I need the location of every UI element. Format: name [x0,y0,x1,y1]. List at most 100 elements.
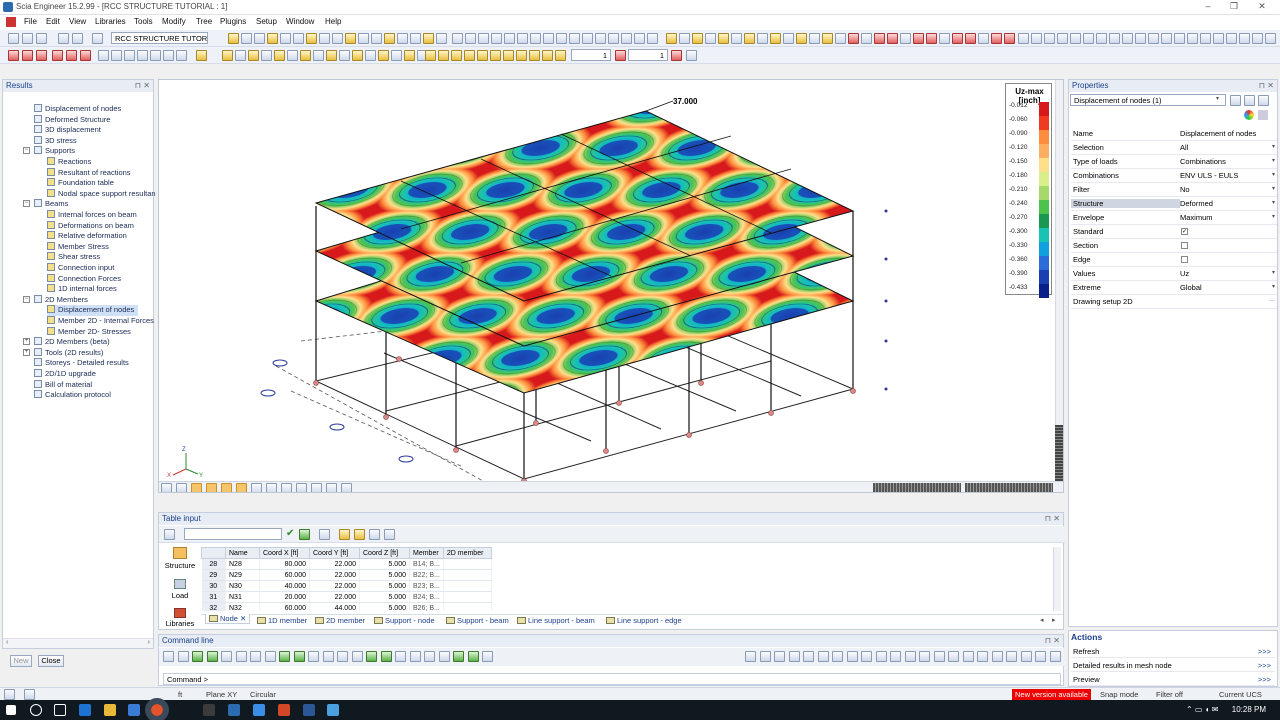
toolbar-button-icon[interactable] [274,50,285,61]
toolbar-button-icon[interactable] [1161,33,1172,44]
project-combo[interactable]: RCC STRUCTURE TUTORIAL [111,32,208,44]
table-cell[interactable]: 20.000 [259,591,310,603]
toolbar-button-icon[interactable] [783,33,794,44]
property-row[interactable]: Drawing setup 2D… [1071,295,1277,309]
snap-tool-icon[interactable] [745,651,756,662]
toolbar-button-icon[interactable] [952,33,963,44]
view-slider[interactable] [965,483,1053,492]
toolbar-button-icon[interactable] [358,33,369,44]
table-row[interactable]: 31 N31 20.000 22.000 5.000 B24; B... [201,591,492,603]
table-row[interactable]: 32 N32 60.000 44.000 5.000 B26; B... [201,602,492,611]
toolbar-button-icon[interactable] [595,33,606,44]
table-row[interactable]: 28 N28 80.000 22.000 5.000 B14; B... [201,558,492,570]
spin-input-1[interactable]: 1 [571,49,611,61]
command-tool-icon[interactable] [380,651,392,662]
view-tool-icon[interactable] [281,483,292,492]
toolbar-button-icon[interactable] [666,33,677,44]
view-tool-icon[interactable] [266,483,277,492]
toolbar-button-icon[interactable] [228,33,239,44]
table-row[interactable]: 29 N29 60.000 22.000 5.000 B22; B... [201,569,492,581]
close-button[interactable]: Close [38,655,64,667]
toolbar-button-icon[interactable] [339,50,350,61]
toolbar-button-icon[interactable] [621,33,632,44]
snap-tool-icon[interactable] [1006,651,1017,662]
toolbar-button-icon[interactable] [465,33,476,44]
command-tool-icon[interactable] [467,651,479,662]
toolbar-button-icon[interactable] [267,33,278,44]
table-cell[interactable]: 5.000 [359,602,410,611]
menu-libraries[interactable]: Libraries [95,17,126,26]
toolbar-button-icon[interactable] [150,50,161,61]
results-tree-item[interactable]: Resultant of reactions [47,167,131,179]
menu-setup[interactable]: Setup [256,17,277,26]
snap-tool-icon[interactable] [774,651,785,662]
chevron-down-icon[interactable]: ▾ [1272,213,1275,220]
table-cell[interactable]: N30 [225,580,260,592]
checkmark-icon[interactable]: ✔ [286,528,294,539]
toolbar-button-icon[interactable] [1070,33,1081,44]
snap-tool-icon[interactable] [817,651,829,662]
toolbar-button-icon[interactable] [332,33,343,44]
property-value[interactable]: Uz [1180,269,1189,278]
table-cell[interactable]: N31 [225,591,260,603]
status-ucs[interactable]: Current UCS [1219,690,1262,699]
toolbar-button-icon[interactable] [542,50,553,61]
results-tree-item[interactable]: Member Stress [47,241,109,253]
toolbar-button-icon[interactable] [313,50,324,61]
excel-icon[interactable] [299,529,310,540]
scroll-right-icon[interactable]: › [148,639,150,646]
search-icon[interactable] [30,704,42,716]
color-palette-icon[interactable] [1244,110,1254,120]
toolbar-button-icon[interactable] [326,50,337,61]
columns-icon[interactable] [339,529,350,540]
menu-window[interactable]: Window [286,17,314,26]
side-button-libraries[interactable]: Libraries [161,608,199,628]
results-tree-item[interactable]: 1D internal forces [47,284,117,295]
side-button-load[interactable]: Load [161,579,199,600]
command-tool-icon[interactable] [177,651,189,662]
toolbar-button-icon[interactable] [490,50,501,61]
toolbar-button-icon[interactable] [36,50,47,61]
word-icon[interactable] [303,704,315,716]
toolbar-button-icon[interactable] [52,50,63,61]
table-cell[interactable]: 5.000 [359,569,410,581]
results-tree-item[interactable]: 3D displacement [34,125,101,136]
grid-icon[interactable] [319,529,330,540]
table-cell[interactable]: 60.000 [259,569,310,581]
toolbar-button-icon[interactable] [22,50,33,61]
toolbar-button-icon[interactable] [72,33,83,44]
results-tree-item[interactable]: + Tools (2D results) [23,347,103,359]
select-icon[interactable] [1230,95,1241,106]
toolbar-button-icon[interactable] [452,33,463,44]
toolbar-button-icon[interactable] [410,33,421,44]
results-tree-item[interactable]: − 2D Members [23,294,88,306]
menu-tree[interactable]: Tree [196,17,212,26]
rows-icon[interactable] [354,529,365,540]
toolbar-button-icon[interactable] [196,50,207,61]
property-value[interactable]: ENV ULS - EULS [1180,171,1238,180]
toolbar-button-icon[interactable] [679,33,690,44]
status-snap[interactable]: Snap mode [1100,690,1138,699]
toolbar-button-icon[interactable] [835,33,846,44]
results-tree-item[interactable]: Internal forces on beam [47,210,137,221]
edge-icon[interactable] [79,704,91,716]
toolbar-button-icon[interactable] [608,33,619,44]
expand-icon[interactable]: + [23,338,30,346]
action-item[interactable]: Detailed results in mesh node >>> [1071,659,1275,672]
snap-tool-icon[interactable] [948,651,959,662]
table-cell[interactable]: B23; B... [409,580,444,592]
toolbar-button-icon[interactable] [241,33,252,44]
toolbar-button-icon[interactable] [887,33,898,44]
toolbar-button-icon[interactable] [352,50,363,61]
toolbar-button-icon[interactable] [111,50,122,61]
property-value[interactable]: Deformed [1180,199,1213,208]
snap-tool-icon[interactable] [875,651,887,662]
view-slider[interactable] [873,483,961,492]
table-cell[interactable]: 60.000 [259,602,310,611]
table-column-header[interactable]: Member [409,547,444,559]
table-tab[interactable]: 2D member [315,616,365,625]
edit-icon[interactable] [1258,95,1269,106]
tab-right-icon[interactable]: ▸ [1052,616,1056,624]
toolbar-button-icon[interactable] [280,33,291,44]
collapse-icon[interactable]: − [23,147,30,155]
